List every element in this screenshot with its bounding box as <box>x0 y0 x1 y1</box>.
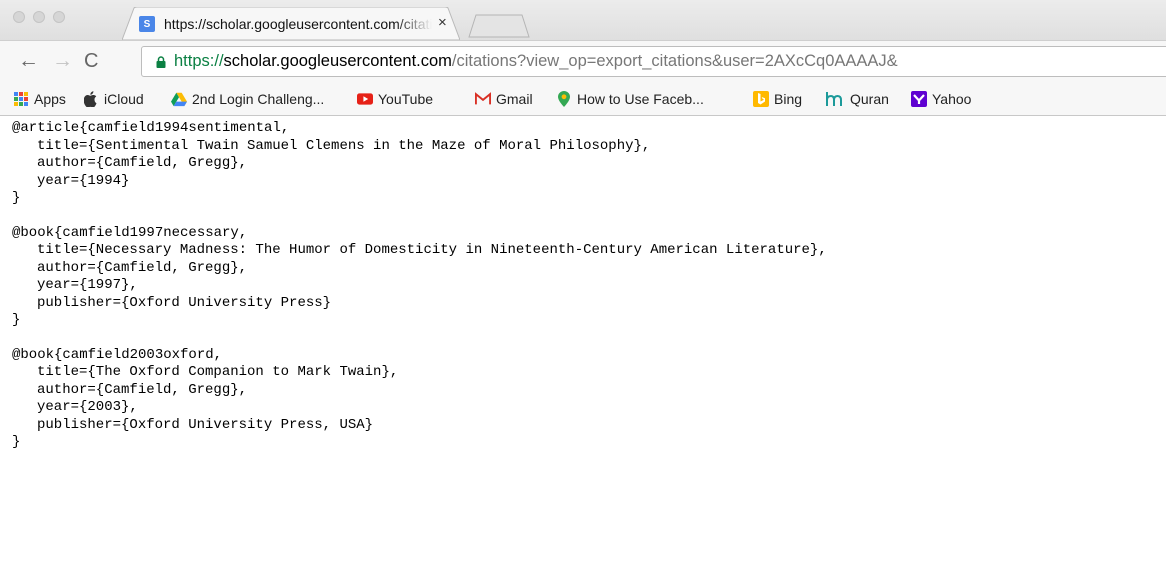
url-host: scholar.googleusercontent.com <box>223 52 452 70</box>
bookmark-quran[interactable]: Quran <box>825 91 889 107</box>
url-scheme: https:// <box>174 52 224 70</box>
lock-icon <box>156 56 166 68</box>
apps-icon <box>13 91 29 107</box>
bookmark-2nd-login-challenge[interactable]: 2nd Login Challeng... <box>171 91 324 107</box>
bibtex-content: @article{camfield1994sentimental, title=… <box>12 120 1162 583</box>
forward-arrow-icon[interactable]: → <box>52 50 73 72</box>
active-tab[interactable]: S https://scholar.googleusercontent.com/… <box>122 7 460 40</box>
bookmark-label: iCloud <box>104 91 144 107</box>
bookmark-label: Quran <box>850 91 889 107</box>
entry-field: publisher={Oxford University Press} <box>37 294 332 311</box>
entry-field: title={Necessary Madness: The Humor of D… <box>37 242 827 258</box>
bookmark-how-to-use-facebook[interactable]: How to Use Faceb... <box>556 91 704 107</box>
bookmarks-bar: Apps iCloud 2nd Login Challeng... YouTub… <box>0 83 1166 116</box>
entry-field: year={1997}, <box>37 277 138 293</box>
tab-close-icon[interactable]: × <box>438 14 447 31</box>
apple-icon <box>83 91 99 107</box>
bookmark-bing[interactable]: Bing <box>753 91 802 107</box>
entry-close: } <box>12 434 21 450</box>
zoom-window-button[interactable] <box>53 11 65 23</box>
entry-field: title={Sentimental Twain Samuel Clemens … <box>37 137 651 154</box>
google-drive-icon <box>171 91 187 107</box>
close-window-button[interactable] <box>13 11 25 23</box>
bookmark-label: Yahoo <box>932 91 972 107</box>
bookmark-label: Bing <box>774 91 803 107</box>
bookmark-gmail[interactable]: Gmail <box>475 91 533 107</box>
yahoo-icon <box>911 91 927 107</box>
bibtex-entry: @book{camfield1997necessary, title={Nece… <box>12 225 1162 330</box>
bookmark-youtube[interactable]: YouTube <box>357 91 433 107</box>
entry-header: @article{camfield1994sentimental, <box>12 120 290 136</box>
entry-header: @book{camfield2003oxford, <box>12 346 223 363</box>
bing-icon <box>753 91 769 107</box>
tab-strip: S https://scholar.googleusercontent.com/… <box>0 0 1166 40</box>
bookmark-label: How to Use Faceb... <box>577 91 704 107</box>
url-path: /citations?view_op=export_citations&user… <box>451 52 898 70</box>
youtube-icon <box>357 91 373 107</box>
entry-field: author={Camfield, Gregg}, <box>37 155 248 171</box>
entry-header: @book{camfield1997necessary, <box>12 224 248 241</box>
bookmark-label: Gmail <box>496 91 533 107</box>
minimize-window-button[interactable] <box>33 11 45 23</box>
bookmark-label: YouTube <box>378 91 434 107</box>
entry-field: title={The Oxford Companion to Mark Twai… <box>37 364 399 380</box>
bookmark-apps[interactable]: Apps <box>13 91 66 107</box>
entry-close: } <box>12 190 21 206</box>
entry-field: year={2003}, <box>37 399 138 415</box>
bookmark-icloud[interactable]: iCloud <box>83 91 144 107</box>
scholar-favicon-icon: S <box>139 16 155 32</box>
entry-field: author={Camfield, Gregg}, <box>37 381 248 398</box>
quran-icon <box>825 91 845 107</box>
entry-field: publisher={Oxford University Press, USA} <box>37 416 374 433</box>
entry-field: author={Camfield, Gregg}, <box>37 259 248 276</box>
entry-close: } <box>12 312 21 328</box>
bookmark-yahoo[interactable]: Yahoo <box>911 91 971 107</box>
browser-toolbar: ← → C https://scholar.googleusercontent.… <box>0 40 1166 83</box>
reload-icon[interactable]: C <box>84 50 98 72</box>
bookmark-label: Apps <box>34 91 66 107</box>
bibtex-entry: @book{camfield2003oxford, title={The Oxf… <box>12 347 1162 452</box>
new-tab-button[interactable] <box>468 14 530 38</box>
address-bar[interactable]: https://scholar.googleusercontent.com/ci… <box>141 46 1166 77</box>
bookmark-label: 2nd Login Challeng... <box>192 91 325 107</box>
url-text[interactable]: https://scholar.googleusercontent.com/ci… <box>174 52 898 71</box>
entry-field: year={1994} <box>37 172 130 189</box>
gmail-icon <box>475 91 491 107</box>
bibtex-entry: @article{camfield1994sentimental, title=… <box>12 120 1162 208</box>
tab-title: https://scholar.googleusercontent.com/ci… <box>164 16 432 32</box>
location-pin-icon <box>556 91 572 107</box>
back-arrow-icon[interactable]: ← <box>18 50 39 72</box>
